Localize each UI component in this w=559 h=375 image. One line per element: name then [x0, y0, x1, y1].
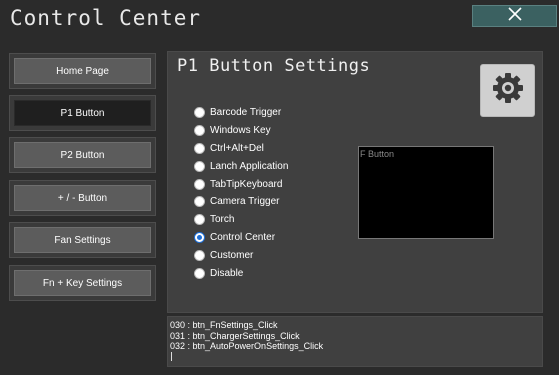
- log-line: 030 : btn_FnSettings_Click: [170, 320, 278, 330]
- settings-button[interactable]: [480, 64, 535, 117]
- settings-panel: P1 Button Settings Barcode Trigger Windo…: [167, 51, 543, 313]
- sidebar-item-button[interactable]: Fan Settings: [14, 227, 151, 253]
- radio-option[interactable]: Camera Trigger: [194, 193, 288, 211]
- radio-label: Disable: [210, 267, 244, 279]
- gear-icon: [490, 70, 526, 111]
- sidebar-item-button[interactable]: Fn + Key Settings: [14, 270, 151, 296]
- radio-option[interactable]: TabTipKeyboard: [194, 175, 288, 193]
- radio-button[interactable]: [194, 142, 205, 154]
- sidebar-item-frame: P1 Button: [9, 95, 156, 131]
- fbutton-label: F Button: [360, 149, 395, 159]
- radio-button[interactable]: [194, 178, 205, 190]
- radio-button[interactable]: [194, 231, 205, 243]
- close-icon: [507, 6, 523, 27]
- radio-option[interactable]: Lanch Application: [194, 157, 288, 175]
- radio-button[interactable]: [194, 107, 205, 119]
- sidebar-item-frame: Fan Settings: [9, 222, 156, 258]
- fbutton-preview: F Button: [358, 146, 494, 239]
- radio-option[interactable]: Customer: [194, 246, 288, 264]
- sidebar-item-frame: Fn + Key Settings: [9, 265, 156, 301]
- log-line: 031 : btn_ChargerSettings_Click: [170, 330, 300, 341]
- panel-title: P1 Button Settings: [177, 56, 371, 76]
- log-line: 032 : btn_AutoPowerOnSettings_Click: [170, 341, 324, 351]
- radio-label: Camera Trigger: [210, 196, 280, 208]
- radio-option[interactable]: Control Center: [194, 229, 288, 247]
- radio-label: Lanch Application: [210, 160, 289, 172]
- radio-label: Barcode Trigger: [210, 107, 282, 119]
- radio-button[interactable]: [194, 267, 205, 279]
- radio-option[interactable]: Torch: [194, 211, 288, 229]
- sidebar-item-button[interactable]: P1 Button: [14, 100, 151, 126]
- radio-label: Torch: [210, 214, 235, 226]
- radio-option[interactable]: Windows Key: [194, 122, 288, 140]
- radio-option[interactable]: Disable: [194, 264, 288, 282]
- sidebar-item-frame: + / - Button: [9, 180, 156, 216]
- radio-button[interactable]: [194, 249, 205, 261]
- radio-option[interactable]: Ctrl+Alt+Del: [194, 140, 288, 158]
- radio-label: Windows Key: [210, 125, 271, 137]
- sidebar-item-frame: P2 Button: [9, 137, 156, 173]
- app-title: Control Center: [10, 6, 202, 30]
- close-button[interactable]: [472, 5, 557, 27]
- sidebar-item-frame: Home Page: [9, 53, 156, 89]
- radio-option[interactable]: Barcode Trigger: [194, 104, 288, 122]
- radio-label: Control Center: [210, 231, 276, 243]
- radio-button[interactable]: [194, 196, 205, 208]
- p1-action-radio-group: Barcode Trigger Windows Key Ctrl+Alt+Del La…: [194, 104, 288, 282]
- radio-label: Ctrl+Alt+Del: [210, 142, 264, 154]
- radio-label: TabTipKeyboard: [210, 178, 283, 190]
- radio-button[interactable]: [194, 160, 205, 172]
- sidebar-item-button[interactable]: P2 Button: [14, 142, 151, 168]
- radio-label: Customer: [210, 249, 254, 261]
- text-caret: [171, 351, 172, 361]
- sidebar-item-button[interactable]: Home Page: [14, 58, 151, 84]
- sidebar-item-button[interactable]: + / - Button: [14, 185, 151, 211]
- radio-button[interactable]: [194, 214, 205, 226]
- radio-button[interactable]: [194, 125, 205, 137]
- event-log[interactable]: 030 : btn_FnSettings_Click 031 : btn_Char…: [167, 316, 543, 367]
